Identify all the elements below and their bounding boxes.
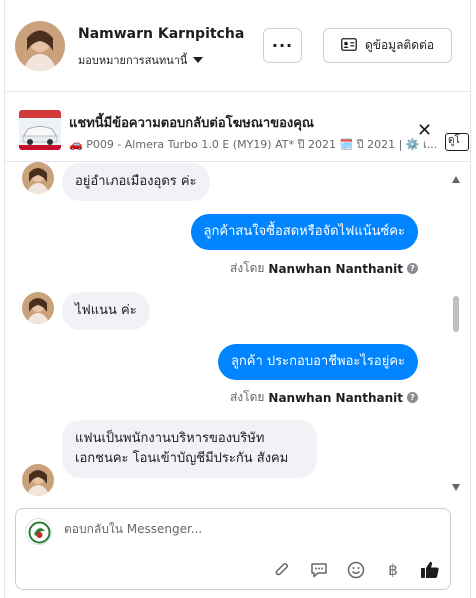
chat-bubble-icon[interactable] <box>309 560 329 580</box>
messenger-thread-panel: Namwarn Karnpitcha มอบหมายการสนทนานี้ ··… <box>4 0 471 598</box>
contact-avatar-small <box>22 292 54 324</box>
message-bubble-incoming[interactable]: แฟนเป็นพนักงานบริหารของบริษัท เอกชนคะ โอ… <box>62 420 317 478</box>
contact-avatar[interactable] <box>15 21 65 71</box>
sent-by-name[interactable]: Nanwhan Nanthanit <box>268 262 403 276</box>
help-icon[interactable]: ? <box>407 263 418 274</box>
assign-label: มอบหมายการสนทนานี้ <box>78 54 188 67</box>
more-options-button[interactable]: ··· <box>263 28 302 63</box>
ad-reply-banner: แชทนี้มีข้อความตอบกลับต่อโฆษณาของคุณ 🚗 P… <box>5 92 470 162</box>
message-bubble-outgoing[interactable]: ลูกค้าสนใจซื้อสดหรือจัดไฟแน้นซ์คะ <box>190 214 418 250</box>
emoji-icon[interactable] <box>346 560 366 580</box>
scroll-up-arrow-icon[interactable] <box>452 176 460 183</box>
view-contact-label: ดูข้อมูลติดต่อ <box>364 38 435 52</box>
assign-conversation-dropdown[interactable]: มอบหมายการสนทนานี้ <box>78 51 204 69</box>
view-contact-button[interactable]: ดูข้อมูลติดต่อ <box>323 28 452 63</box>
sent-by-line: ส่งโดย Nanwhan Nanthanit ? <box>230 259 418 278</box>
reply-composer: ฿ <box>15 508 451 590</box>
message-bubble-incoming[interactable]: อยู่อำเภอเมืองอุดร ค่ะ <box>62 163 210 201</box>
ad-title: แชทนี้มีข้อความตอบกลับต่อโฆษณาของคุณ <box>69 116 314 131</box>
contact-card-icon <box>341 37 357 54</box>
view-ad-tag[interactable]: ดูโ <box>445 133 469 151</box>
conversation-header: Namwarn Karnpitcha มอบหมายการสนทนานี้ ··… <box>5 0 470 92</box>
baht-icon[interactable]: ฿ <box>383 560 403 580</box>
page-avatar <box>25 518 52 545</box>
sent-by-prefix: ส่งโดย <box>229 261 265 275</box>
contact-avatar-small <box>22 162 54 194</box>
scrollbar-thumb[interactable] <box>453 296 459 332</box>
message-bubble-outgoing[interactable]: ลูกค้า ประกอบอาชีพอะไรอยู่คะ <box>217 344 418 380</box>
help-icon[interactable]: ? <box>407 392 418 403</box>
paperclip-icon[interactable] <box>272 560 292 580</box>
message-bubble-incoming[interactable]: ไฟแนน ค่ะ <box>62 292 150 330</box>
close-icon[interactable]: ✕ <box>417 120 432 141</box>
ad-thumbnail[interactable] <box>19 110 61 150</box>
composer-toolbar: ฿ <box>272 560 440 580</box>
contact-avatar-small <box>22 464 54 496</box>
sent-by-line: ส่งโดย Nanwhan Nanthanit ? <box>230 388 418 407</box>
sent-by-prefix: ส่งโดย <box>229 390 265 404</box>
sent-by-name[interactable]: Nanwhan Nanthanit <box>268 391 403 405</box>
reply-input[interactable] <box>64 522 424 536</box>
contact-name[interactable]: Namwarn Karnpitcha <box>78 26 244 42</box>
caret-down-icon <box>193 57 204 63</box>
thumbs-up-icon[interactable] <box>420 560 440 580</box>
ad-subtitle: 🚗 P009 - Almera Turbo 1.0 E (MY19) AT* ป… <box>69 138 438 151</box>
scroll-down-arrow-icon[interactable] <box>452 484 460 491</box>
message-list[interactable]: อยู่อำเภอเมืองอุดร ค่ะ ลูกค้าสนใจซื้อสดห… <box>5 162 470 498</box>
